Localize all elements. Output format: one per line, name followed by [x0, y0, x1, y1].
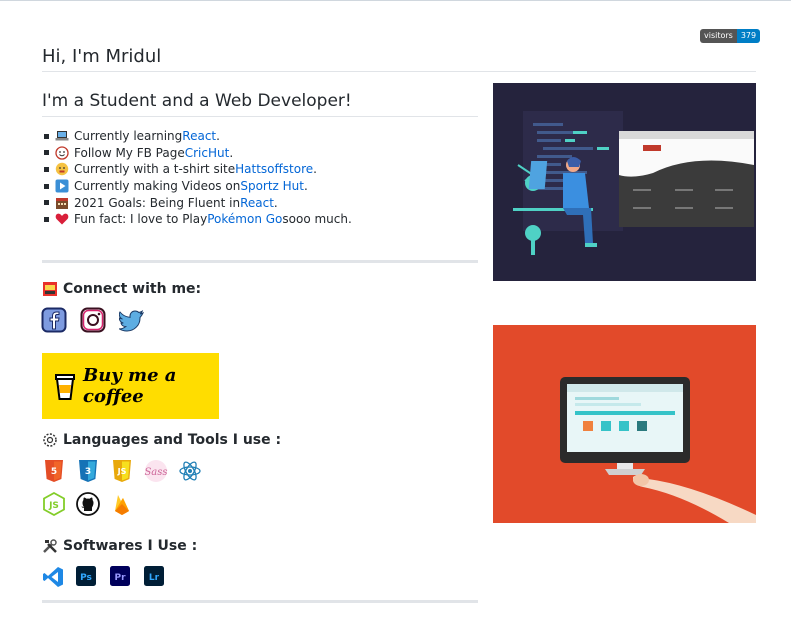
github-icon[interactable]: [76, 492, 100, 516]
heart-icon: [55, 212, 69, 226]
hattsoffstore-link[interactable]: Hattsoffstore: [235, 162, 313, 176]
bullet: [44, 183, 49, 189]
sass-icon[interactable]: Sass: [144, 459, 168, 483]
tools-row-2: JS: [42, 491, 134, 517]
about-list: Currently learning React. Follow My FB P…: [44, 128, 352, 228]
lightroom-icon[interactable]: Lr: [144, 566, 168, 590]
bullet: [44, 216, 49, 222]
smile-icon: [55, 146, 69, 160]
title-divider: [42, 71, 756, 72]
list-item: Currently learning React.: [44, 128, 352, 145]
svg-text:JS: JS: [48, 501, 59, 511]
section-divider: [42, 600, 478, 603]
facebook-icon[interactable]: [41, 307, 67, 333]
svg-text:5: 5: [51, 467, 57, 477]
list-item: Fun fact: I love to Play Pokémon Go sooo…: [44, 211, 352, 228]
list-item: 2021 Goals: Being Fluent in React.: [44, 194, 352, 211]
instagram-icon[interactable]: [80, 307, 106, 333]
firebase-icon[interactable]: [110, 492, 134, 516]
about-suffix: .: [229, 145, 234, 160]
about-suffix: .: [313, 162, 317, 177]
tools-row-1: 5 3 JS Sass: [42, 459, 202, 483]
connect-heading-text: Connect with me:: [63, 281, 202, 297]
about-text: Fun fact: I love to Play: [74, 212, 208, 227]
mailbox-icon: [42, 281, 58, 297]
about-suffix: .: [273, 195, 278, 210]
javascript-icon[interactable]: JS: [110, 459, 134, 483]
about-suffix: .: [304, 179, 308, 194]
laptop-icon: [55, 129, 69, 143]
vscode-icon[interactable]: [42, 566, 66, 590]
visitors-label: visitors: [700, 29, 737, 43]
premiere-icon[interactable]: Pr: [110, 566, 134, 590]
connect-heading: Connect with me:: [42, 281, 201, 297]
premiere-label: Pr: [114, 573, 126, 583]
bullet: [44, 150, 49, 156]
bullet: [44, 133, 49, 139]
developer-illustration: [493, 83, 756, 281]
react-icon[interactable]: [178, 459, 202, 483]
html5-icon[interactable]: 5: [42, 459, 66, 483]
nodejs-icon[interactable]: JS: [42, 491, 66, 517]
photoshop-label: Ps: [80, 573, 92, 583]
bullet: [44, 166, 49, 172]
react-goal-link[interactable]: React: [240, 196, 274, 210]
buy-me-a-coffee-button[interactable]: Buy me a coffee: [42, 353, 219, 419]
about-text: 2021 Goals: Being Fluent in: [74, 195, 241, 210]
gear-icon: [42, 432, 58, 448]
svg-text:Sass: Sass: [144, 467, 167, 478]
coffee-label: Buy me a coffee: [83, 365, 177, 407]
react-link[interactable]: React: [182, 129, 216, 143]
about-text: Currently learning: [74, 129, 183, 144]
play-icon: [55, 179, 69, 193]
sportzhut-link[interactable]: Sportz Hut: [240, 179, 304, 193]
softwares-heading-text: Softwares I Use :: [63, 538, 198, 554]
about-text: Currently making Videos on: [74, 179, 241, 194]
photoshop-icon[interactable]: Ps: [76, 566, 100, 590]
crichut-link[interactable]: CricHut: [185, 146, 230, 160]
software-icons: Ps Pr Lr: [42, 566, 168, 590]
about-text: Follow My FB Page: [74, 145, 185, 160]
monitor-illustration: [493, 325, 756, 523]
page-title: Hi, I'm Mridul: [42, 46, 162, 67]
list-item: Currently making Videos on Sportz Hut.: [44, 178, 352, 195]
subtitle: I'm a Student and a Web Developer!: [42, 91, 352, 111]
tshirt-icon: [55, 162, 69, 176]
languages-heading-text: Languages and Tools I use :: [63, 432, 282, 448]
svg-text:JS: JS: [117, 467, 127, 476]
section-divider: [42, 260, 478, 263]
tools-icon: [42, 538, 58, 554]
about-text: Currently with a t-shirt site: [74, 162, 236, 177]
about-suffix: .: [216, 129, 220, 144]
top-border: [0, 0, 791, 1]
visitors-badge: visitors 379: [700, 29, 761, 43]
svg-text:3: 3: [85, 467, 91, 477]
twitter-icon[interactable]: [118, 307, 145, 333]
bullet: [44, 200, 49, 206]
social-links: [41, 307, 145, 333]
softwares-heading: Softwares I Use :: [42, 538, 197, 554]
css3-icon[interactable]: 3: [76, 459, 100, 483]
subtitle-divider: [42, 116, 478, 117]
pokemon-link[interactable]: Pokémon Go: [207, 212, 282, 226]
lightroom-label: Lr: [149, 573, 160, 583]
languages-heading: Languages and Tools I use :: [42, 432, 281, 448]
about-suffix: sooo much.: [282, 212, 352, 227]
visitors-count: 379: [736, 29, 761, 43]
coffee-cup-icon: [54, 371, 76, 401]
list-item: Follow My FB Page CricHut.: [44, 145, 352, 162]
list-item: Currently with a t-shirt site Hattsoffst…: [44, 161, 352, 178]
calendar-icon: [55, 196, 69, 210]
